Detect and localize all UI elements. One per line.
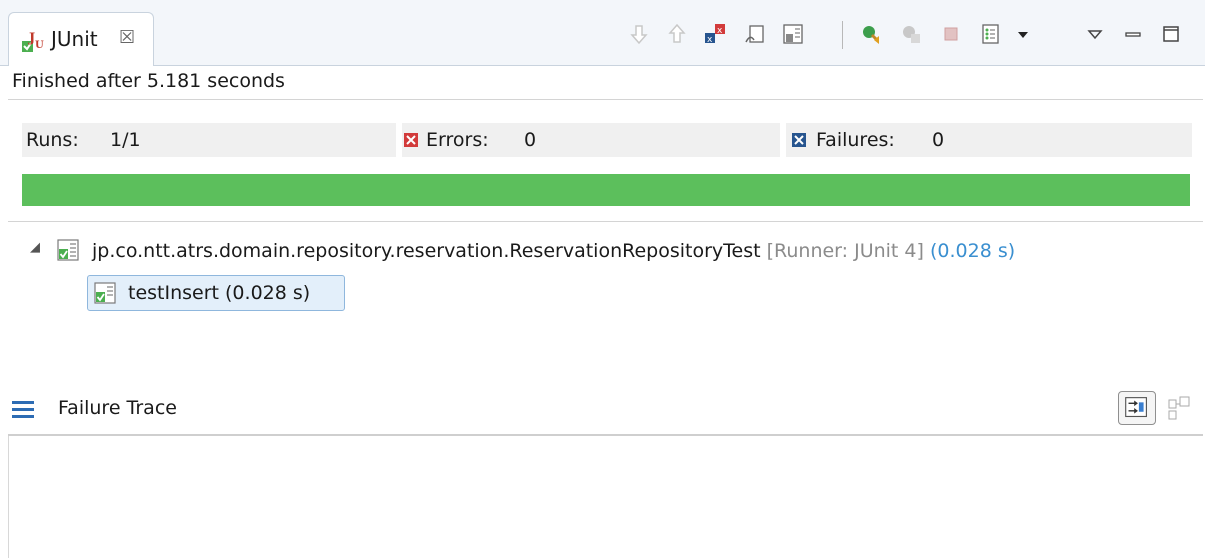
test-case-row[interactable]: testInsert (0.028 s): [87, 275, 345, 311]
errors-label: Errors:: [426, 129, 489, 151]
runs-counter: Runs: 1/1: [22, 123, 396, 157]
test-suite-icon: [57, 239, 79, 261]
expand-triangle-icon[interactable]: ◢: [30, 240, 40, 255]
view-toolbar: xx: [626, 20, 1196, 50]
divider: [8, 221, 1203, 222]
toolbar-separator: [842, 21, 843, 49]
suite-label: jp.co.ntt.atrs.domain.repository.reserva…: [92, 240, 1015, 262]
compare-result-icon[interactable]: [1166, 394, 1194, 422]
show-failures-only-icon[interactable]: xx: [702, 20, 728, 48]
view-menu-icon[interactable]: [1082, 20, 1108, 48]
suite-name: jp.co.ntt.atrs.domain.repository.reserva…: [92, 240, 761, 262]
rerun-failed-first-icon[interactable]: [898, 20, 924, 48]
divider: [8, 434, 1203, 436]
view-tab-bar: J U JUnit ☒ xx: [0, 0, 1205, 66]
divider: [8, 99, 1203, 100]
minimize-icon[interactable]: [1120, 20, 1146, 48]
previous-failure-icon[interactable]: [664, 20, 690, 48]
next-failure-icon[interactable]: [626, 20, 652, 48]
errors-value: 0: [524, 129, 537, 151]
stop-icon[interactable]: [938, 20, 964, 48]
errors-counter: Errors: 0: [402, 123, 780, 157]
close-icon[interactable]: ☒: [119, 27, 135, 48]
failures-counter: Failures: 0: [786, 123, 1192, 157]
failures-label: Failures:: [816, 129, 895, 151]
scroll-lock-icon[interactable]: [742, 20, 768, 48]
runs-label: Runs:: [26, 129, 79, 151]
tab-title: JUnit: [51, 27, 98, 51]
progress-bar: [22, 174, 1190, 206]
test-run-history-icon[interactable]: [978, 20, 1004, 48]
history-dropdown-icon[interactable]: [1010, 20, 1036, 48]
test-case-icon: [94, 282, 116, 304]
svg-text:U: U: [35, 40, 44, 51]
runs-value: 1/1: [110, 129, 141, 151]
trace-pane-border: [8, 436, 9, 558]
junit-icon: J U: [22, 31, 44, 52]
failure-trace-title: Failure Trace: [58, 397, 177, 419]
stack-trace-icon: [12, 401, 34, 418]
runner-label: [Runner: JUnit 4]: [766, 240, 924, 262]
error-icon: [404, 133, 418, 147]
filter-stack-trace-icon[interactable]: [1118, 391, 1156, 425]
rerun-test-icon[interactable]: [858, 20, 884, 48]
show-skipped-tests-icon[interactable]: [780, 20, 806, 48]
test-case-label: testInsert (0.028 s): [128, 282, 311, 304]
maximize-icon[interactable]: [1158, 20, 1184, 48]
svg-text:x: x: [717, 26, 723, 36]
suite-duration: (0.028 s): [929, 240, 1016, 262]
failure-icon: [792, 133, 806, 147]
failures-value: 0: [932, 129, 945, 151]
junit-tab[interactable]: J U JUnit ☒: [8, 12, 154, 66]
svg-text:x: x: [707, 35, 713, 45]
status-message: Finished after 5.181 seconds: [12, 70, 285, 92]
